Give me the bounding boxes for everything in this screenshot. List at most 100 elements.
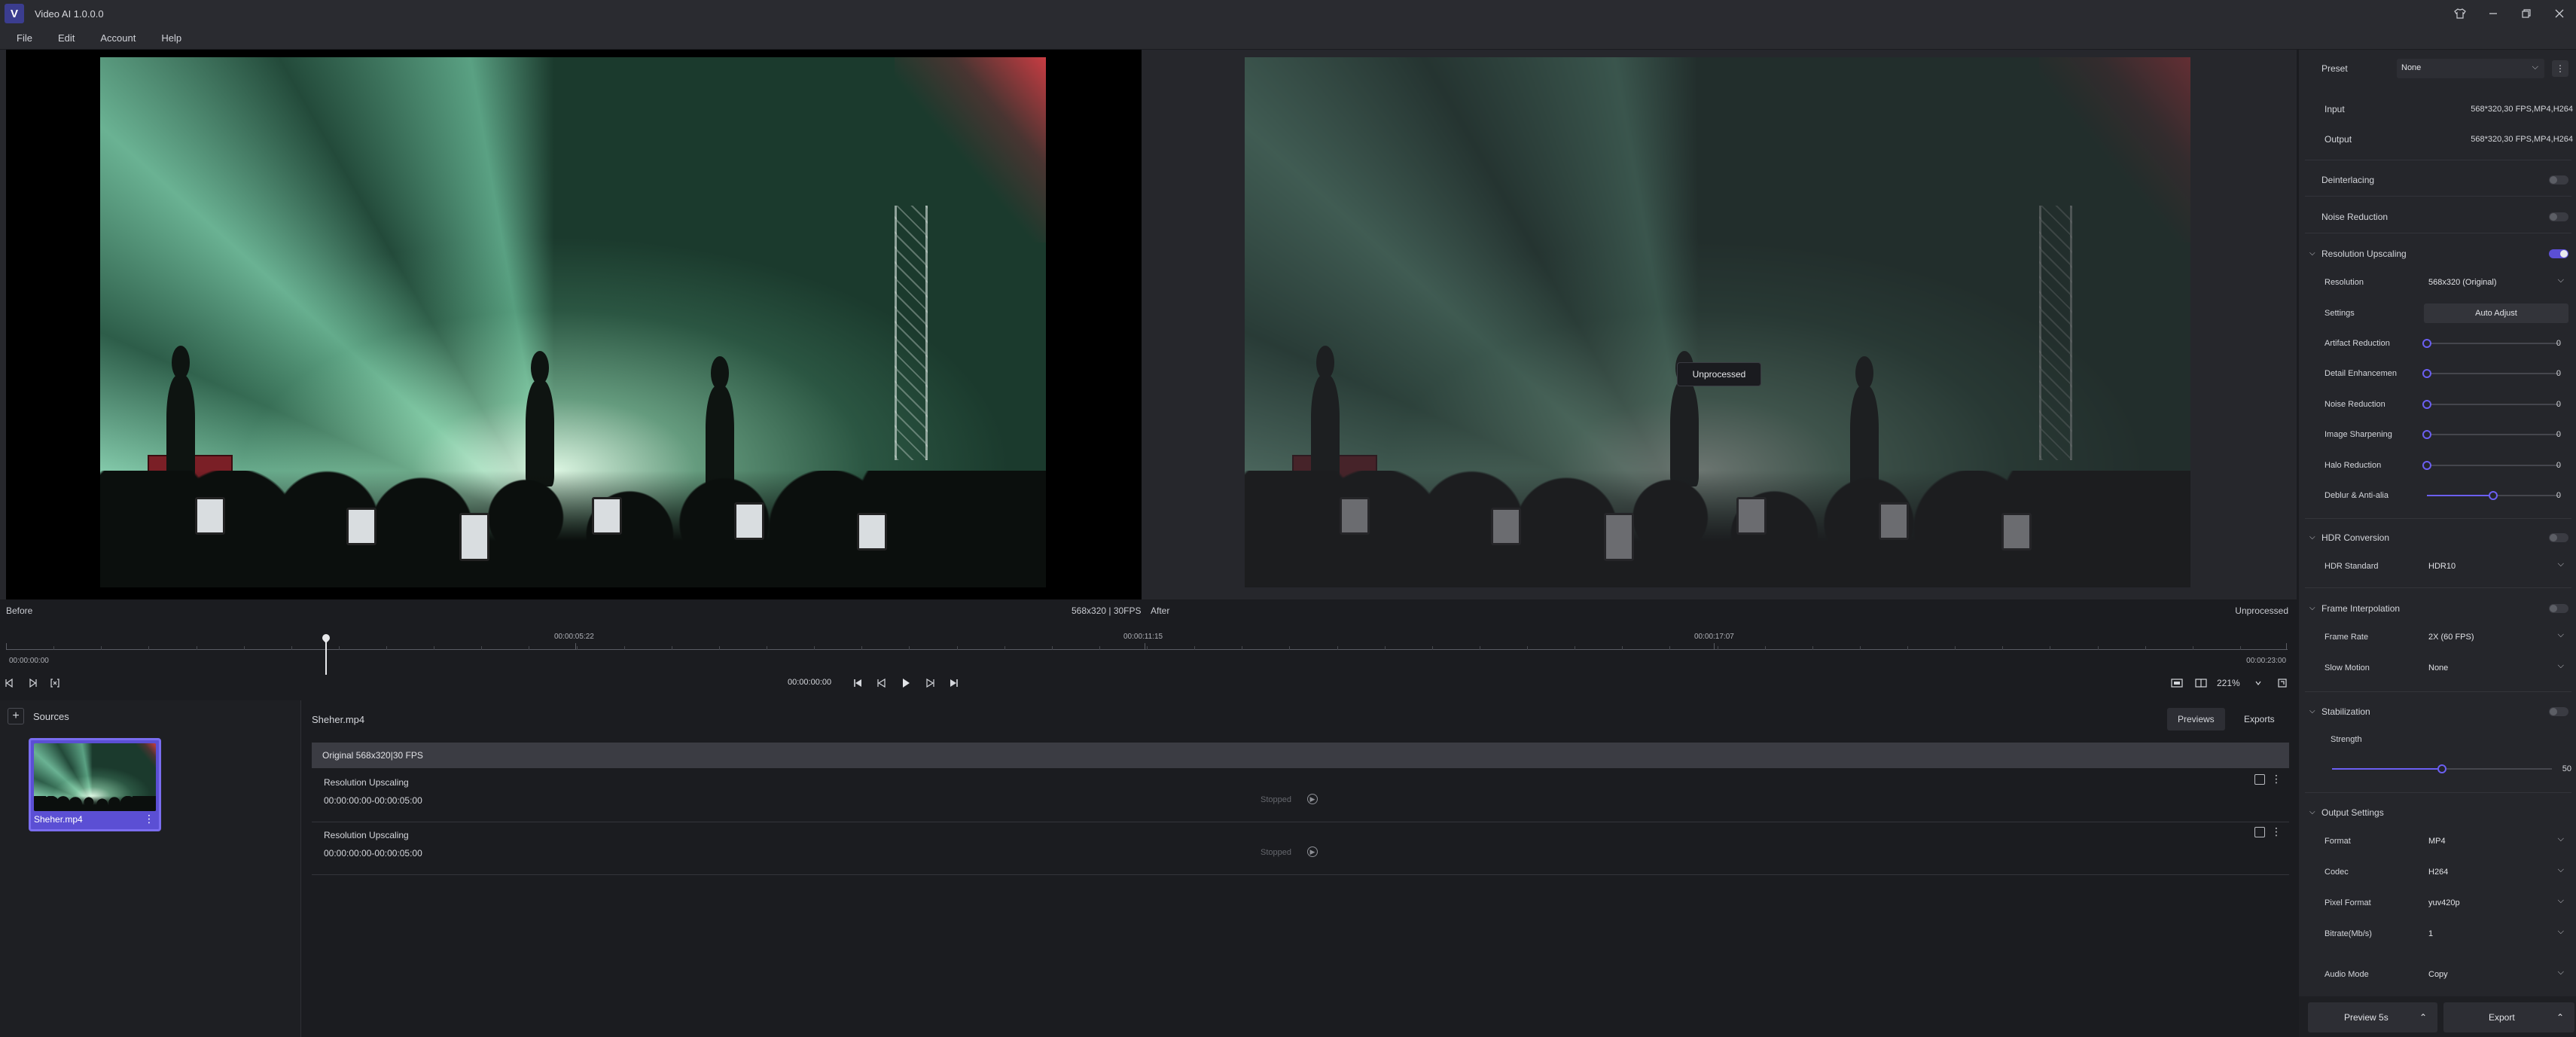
chevron-down-icon[interactable]: ⌵	[2309, 707, 2315, 715]
preset-select[interactable]: None ⌵	[2397, 59, 2544, 78]
chevron-down-icon[interactable]: ⌵	[2309, 533, 2315, 541]
slider-knob[interactable]	[2489, 491, 2498, 500]
after-video-frame	[1245, 57, 2190, 587]
upscaling-toggle[interactable]	[2549, 249, 2568, 258]
chevron-up-icon[interactable]: ⌃	[2556, 1012, 2564, 1023]
hdr-standard-select[interactable]: HDR10 ⌵	[2424, 557, 2568, 577]
strength-slider[interactable]	[2332, 764, 2552, 774]
save-icon[interactable]	[2254, 827, 2265, 837]
auto-adjust-button[interactable]: Auto Adjust	[2424, 303, 2568, 323]
split-view-icon[interactable]	[2193, 675, 2209, 691]
minimize-icon[interactable]	[2477, 0, 2510, 27]
adjustment-slider[interactable]	[2422, 399, 2559, 410]
zoom-dropdown-icon[interactable]	[2250, 675, 2267, 691]
source-item[interactable]: Sheher.mp4 ⋮	[29, 738, 161, 831]
upscaling-label[interactable]: Resolution Upscaling	[2321, 249, 2407, 259]
preview-button[interactable]: Preview 5s ⌃	[2308, 1002, 2437, 1032]
chevron-down-icon[interactable]: ⌵	[2309, 249, 2315, 258]
save-icon[interactable]	[2254, 774, 2265, 785]
shirt-icon[interactable]	[2443, 0, 2477, 27]
zoom-level[interactable]: 221%	[2217, 678, 2240, 688]
strength-value: 50	[2562, 764, 2571, 773]
tab-previews[interactable]: Previews	[2167, 708, 2225, 730]
chevron-down-icon: ⌵	[2557, 276, 2564, 285]
chevron-down-icon[interactable]: ⌵	[2309, 604, 2315, 612]
deinterlacing-toggle[interactable]	[2549, 175, 2568, 185]
noise-reduction-toggle[interactable]	[2549, 212, 2568, 221]
slider-knob[interactable]	[2422, 400, 2431, 409]
mark-out-icon[interactable]	[24, 675, 41, 691]
skip-start-icon[interactable]	[849, 675, 866, 691]
menu-file[interactable]: File	[8, 32, 41, 44]
clear-range-icon[interactable]	[47, 675, 63, 691]
preset-more-icon[interactable]: ⋮	[2552, 60, 2568, 77]
interp-toggle[interactable]	[2549, 604, 2568, 613]
adjustment-slider[interactable]	[2427, 490, 2559, 501]
more-vertical-icon[interactable]: ⋮	[2271, 825, 2282, 838]
step-forward-icon[interactable]	[922, 675, 938, 691]
adjustment-slider[interactable]	[2422, 460, 2559, 471]
preset-value: None	[2401, 63, 2422, 72]
clip-row[interactable]: Resolution Upscaling 00:00:00:00-00:00:0…	[312, 770, 2289, 822]
chevron-down-icon: ⌵	[2557, 896, 2564, 905]
output-setting-select[interactable]: 1 ⌵	[2424, 925, 2568, 944]
adjustment-slider[interactable]	[2422, 338, 2559, 349]
add-source-button[interactable]: +	[8, 708, 24, 724]
frame-rate-select[interactable]: 2X (60 FPS) ⌵	[2424, 628, 2568, 648]
resolution-select[interactable]: 568x320 (Original) ⌵	[2424, 273, 2568, 293]
original-clip-bar[interactable]: Original 568x320|30 FPS	[312, 743, 2289, 768]
chevron-down-icon[interactable]: ⌵	[2309, 808, 2315, 816]
slider-knob[interactable]	[2422, 430, 2431, 439]
step-back-icon[interactable]	[873, 675, 890, 691]
adjustment-slider[interactable]	[2422, 368, 2559, 379]
skip-end-icon[interactable]	[946, 675, 962, 691]
more-vertical-icon[interactable]: ⋮	[144, 813, 154, 825]
play-circle-icon[interactable]: ▶	[1307, 846, 1318, 857]
menu-help[interactable]: Help	[152, 32, 191, 44]
output-setting-select[interactable]: MP4 ⌵	[2424, 832, 2568, 852]
resolution-value: 568x320 (Original)	[2428, 278, 2497, 287]
hdr-toggle[interactable]	[2549, 533, 2568, 542]
slider-knob[interactable]	[2422, 369, 2431, 378]
slider-knob[interactable]	[2422, 461, 2431, 470]
chevron-down-icon: ⌵	[2532, 63, 2538, 72]
menu-account[interactable]: Account	[91, 32, 145, 44]
output-setting-select[interactable]: yuv420p ⌵	[2424, 894, 2568, 913]
stabilization-label[interactable]: Stabilization	[2321, 706, 2370, 717]
close-icon[interactable]	[2543, 0, 2576, 27]
chevron-down-icon: ⌵	[2557, 834, 2564, 843]
chevron-up-icon[interactable]: ⌃	[2419, 1012, 2427, 1023]
restore-icon[interactable]	[2510, 0, 2543, 27]
slow-motion-select[interactable]: None ⌵	[2424, 659, 2568, 679]
clip-row[interactable]: Resolution Upscaling 00:00:00:00-00:00:0…	[312, 822, 2289, 875]
output-setting-value: MP4	[2428, 837, 2446, 846]
stabilization-toggle[interactable]	[2549, 707, 2568, 716]
adjustment-slider[interactable]	[2422, 429, 2559, 440]
menu-edit[interactable]: Edit	[49, 32, 84, 44]
output-settings-label[interactable]: Output Settings	[2321, 807, 2384, 818]
mark-in-icon[interactable]	[2, 675, 18, 691]
slider-knob[interactable]	[2437, 764, 2446, 773]
slider-value: 0	[2556, 339, 2561, 348]
timeline-mark: 00:00:05:22	[554, 633, 594, 641]
slider-knob[interactable]	[2422, 339, 2431, 348]
more-vertical-icon[interactable]: ⋮	[2271, 773, 2282, 785]
play-circle-icon[interactable]: ▶	[1307, 794, 1318, 804]
play-icon[interactable]	[898, 675, 914, 691]
deinterlacing-label: Deinterlacing	[2321, 175, 2375, 185]
tab-exports[interactable]: Exports	[2233, 708, 2285, 730]
playhead[interactable]	[325, 637, 327, 675]
timeline[interactable]: 00:00:05:22 00:00:11:15 00:00:17:07 00:0…	[0, 622, 2297, 675]
export-button[interactable]: Export ⌃	[2443, 1002, 2574, 1032]
before-video-frame	[100, 57, 1046, 587]
panel-footer: Preview 5s ⌃ Export ⌃	[2299, 996, 2576, 1037]
output-setting-select[interactable]: Copy ⌵	[2424, 965, 2568, 985]
clip-status: Stopped	[1261, 795, 1291, 804]
single-view-icon[interactable]	[2169, 675, 2185, 691]
sources-title: Sources	[33, 711, 69, 722]
fullscreen-icon[interactable]	[2274, 675, 2291, 691]
hdr-label[interactable]: HDR Conversion	[2321, 532, 2389, 543]
interp-label[interactable]: Frame Interpolation	[2321, 603, 2400, 614]
output-setting-select[interactable]: H264 ⌵	[2424, 863, 2568, 883]
title-bar: V Video AI 1.0.0.0	[0, 0, 2576, 27]
